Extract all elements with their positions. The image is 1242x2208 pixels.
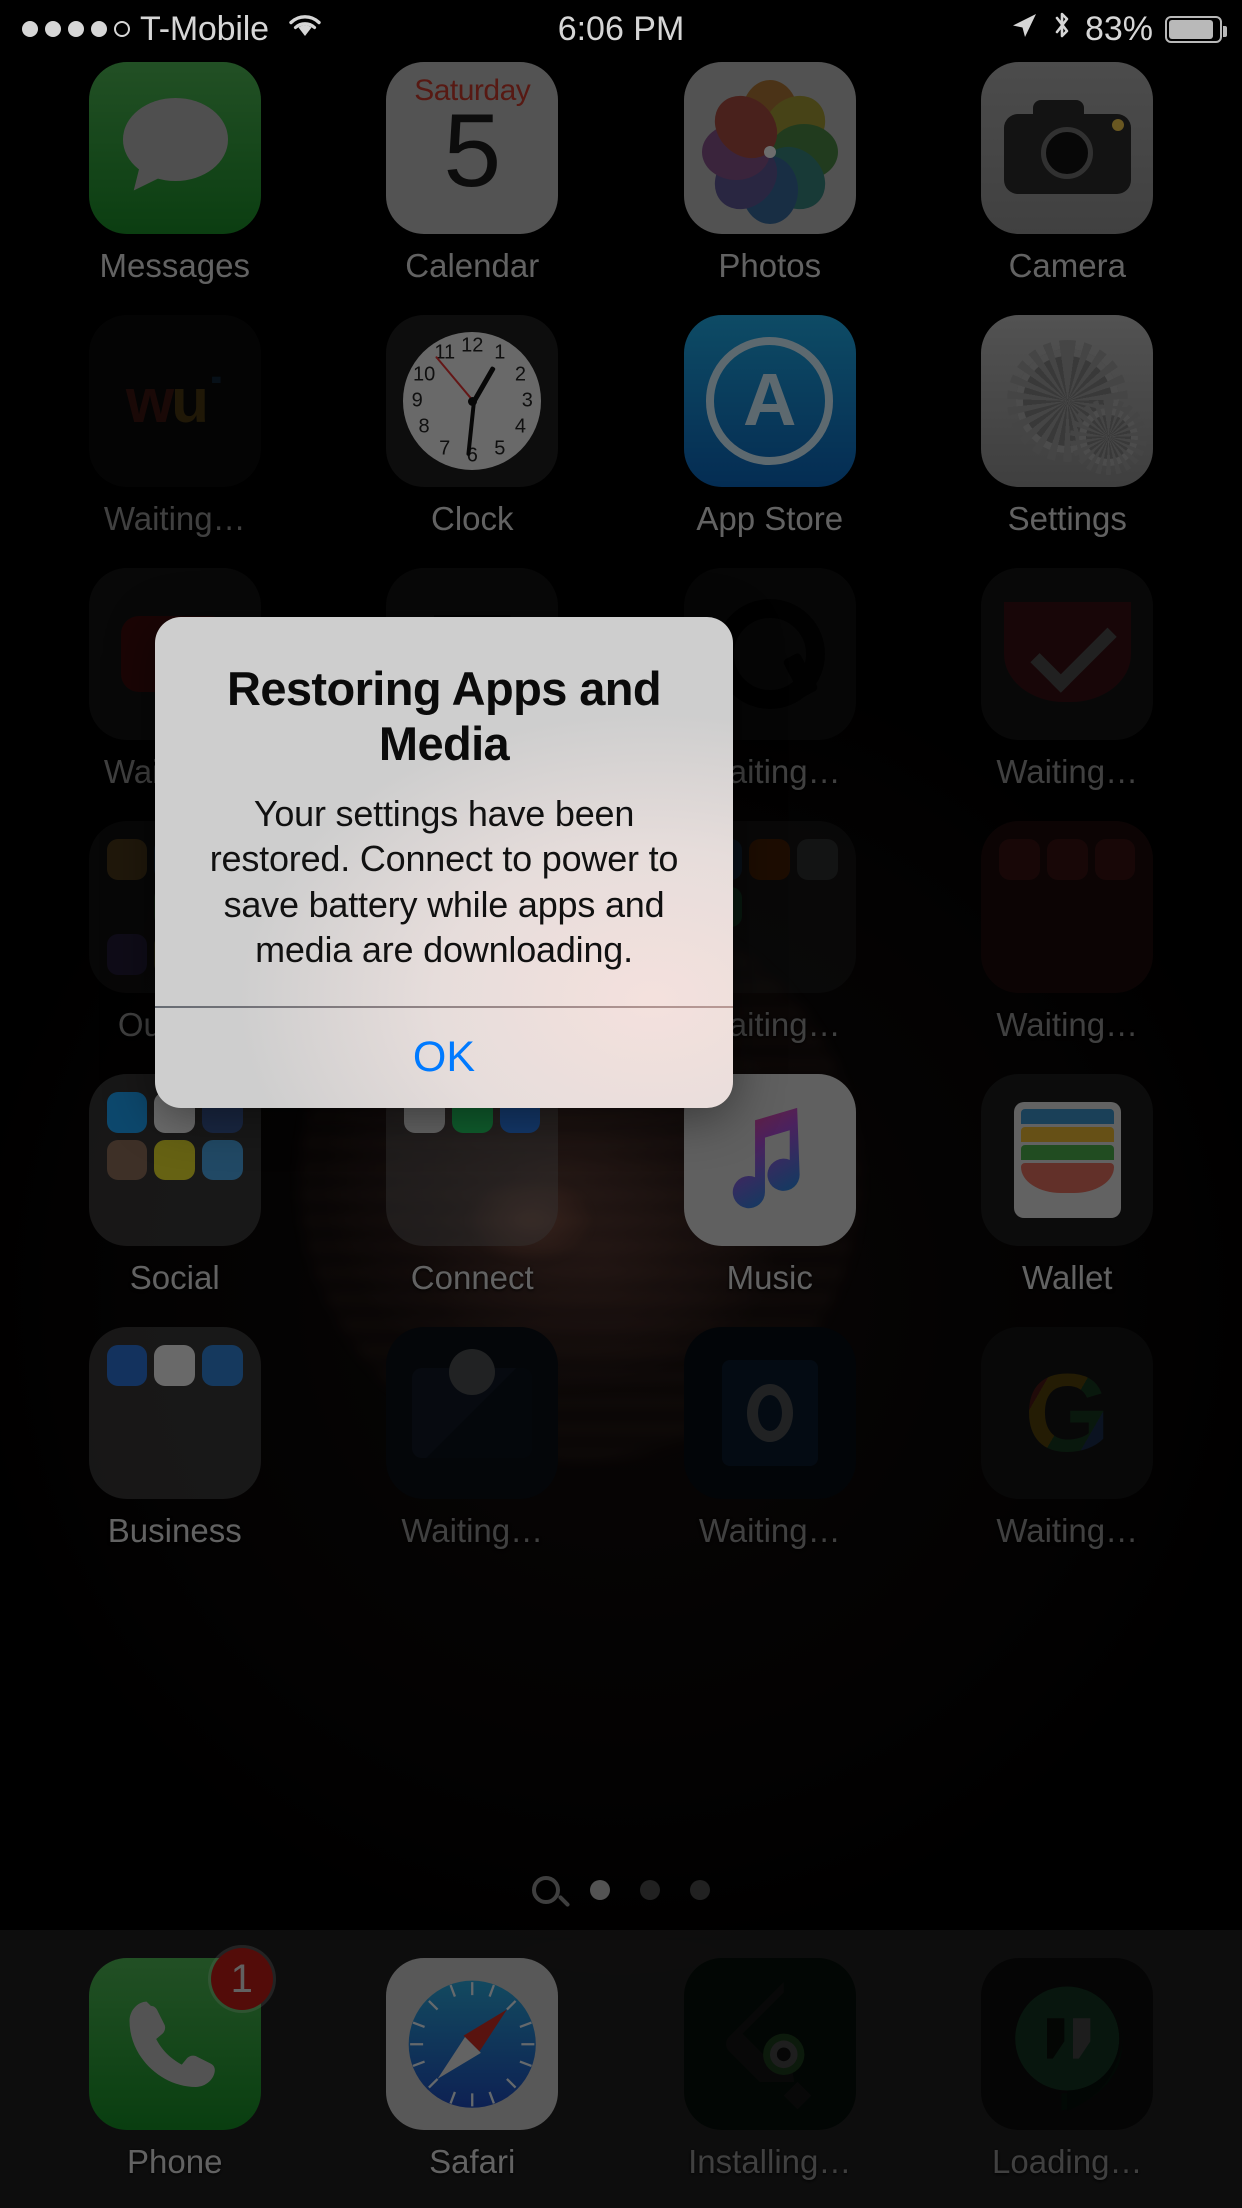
alert-body: Restoring Apps and Media Your settings h… [155,617,733,1006]
signal-dot-4 [91,21,107,37]
carrier-label: T-Mobile [140,9,269,48]
status-bar: T-Mobile 6:06 PM 83% [0,0,1242,58]
alert-ok-button[interactable]: OK [155,1008,733,1108]
bluetooth-icon [1051,9,1073,49]
battery-percent-label: 83% [1084,9,1153,48]
status-bar-left: T-Mobile [22,10,1009,49]
signal-dot-2 [45,21,61,37]
battery-icon [1165,15,1227,43]
signal-dot-1 [22,21,38,37]
wifi-icon [285,10,325,48]
signal-dot-5 [114,21,130,37]
location-arrow-icon [1009,10,1039,48]
battery-fill [1169,19,1213,39]
signal-strength-dots [22,21,130,37]
signal-dot-3 [68,21,84,37]
alert-message: Your settings have been restored. Connec… [209,793,679,971]
alert-dialog: Restoring Apps and Media Your settings h… [155,617,733,1108]
alert-title: Restoring Apps and Media [227,662,662,770]
iphone-home-screen: T-Mobile 6:06 PM 83% Restoring Apps and … [0,0,1242,2208]
status-bar-right: 83% [1009,9,1227,49]
